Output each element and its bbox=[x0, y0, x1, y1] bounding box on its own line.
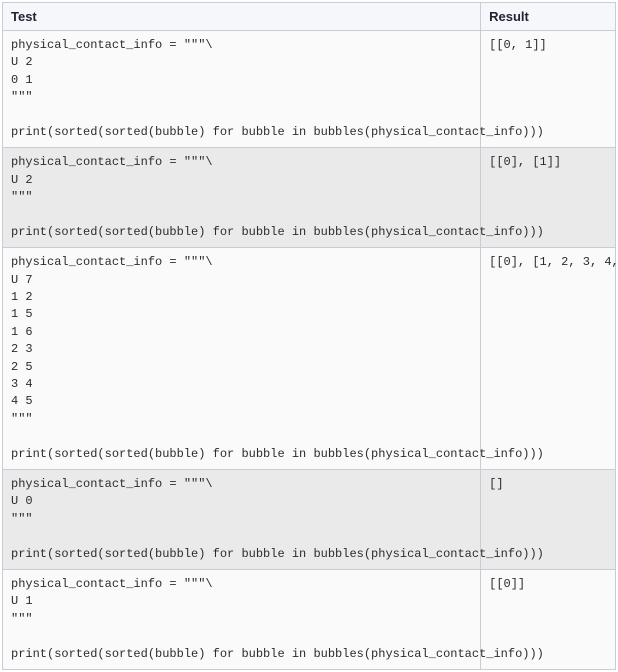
test-code: physical_contact_info = """\ U 2 """ pri… bbox=[11, 154, 472, 241]
table-row: physical_contact_info = """\ U 7 1 2 1 5… bbox=[3, 248, 616, 470]
test-code: physical_contact_info = """\ U 7 1 2 1 5… bbox=[11, 254, 472, 463]
result-cell: [[0], [1, 2, 3, 4, 5, 6]] bbox=[481, 248, 616, 470]
test-code: physical_contact_info = """\ U 0 """ pri… bbox=[11, 476, 472, 563]
result-code: [] bbox=[489, 476, 607, 493]
test-cell: physical_contact_info = """\ U 7 1 2 1 5… bbox=[3, 248, 481, 470]
col-header-result: Result bbox=[481, 3, 616, 31]
table-row: physical_contact_info = """\ U 2 0 1 """… bbox=[3, 31, 616, 148]
test-code: physical_contact_info = """\ U 2 0 1 """… bbox=[11, 37, 472, 141]
table-row: physical_contact_info = """\ U 1 """ pri… bbox=[3, 569, 616, 669]
result-code: [[0]] bbox=[489, 576, 607, 593]
test-cell: physical_contact_info = """\ U 1 """ pri… bbox=[3, 569, 481, 669]
result-code: [[0], [1, 2, 3, 4, 5, 6]] bbox=[489, 254, 607, 271]
result-cell: [[0]] bbox=[481, 569, 616, 669]
test-cell: physical_contact_info = """\ U 0 """ pri… bbox=[3, 469, 481, 569]
table-row: physical_contact_info = """\ U 2 """ pri… bbox=[3, 148, 616, 248]
table-row: physical_contact_info = """\ U 0 """ pri… bbox=[3, 469, 616, 569]
result-code: [[0, 1]] bbox=[489, 37, 607, 54]
col-header-test: Test bbox=[3, 3, 481, 31]
test-cell: physical_contact_info = """\ U 2 0 1 """… bbox=[3, 31, 481, 148]
result-code: [[0], [1]] bbox=[489, 154, 607, 171]
test-result-table: Test Result physical_contact_info = """\… bbox=[2, 2, 616, 670]
test-code: physical_contact_info = """\ U 1 """ pri… bbox=[11, 576, 472, 663]
test-cell: physical_contact_info = """\ U 2 """ pri… bbox=[3, 148, 481, 248]
table-header-row: Test Result bbox=[3, 3, 616, 31]
